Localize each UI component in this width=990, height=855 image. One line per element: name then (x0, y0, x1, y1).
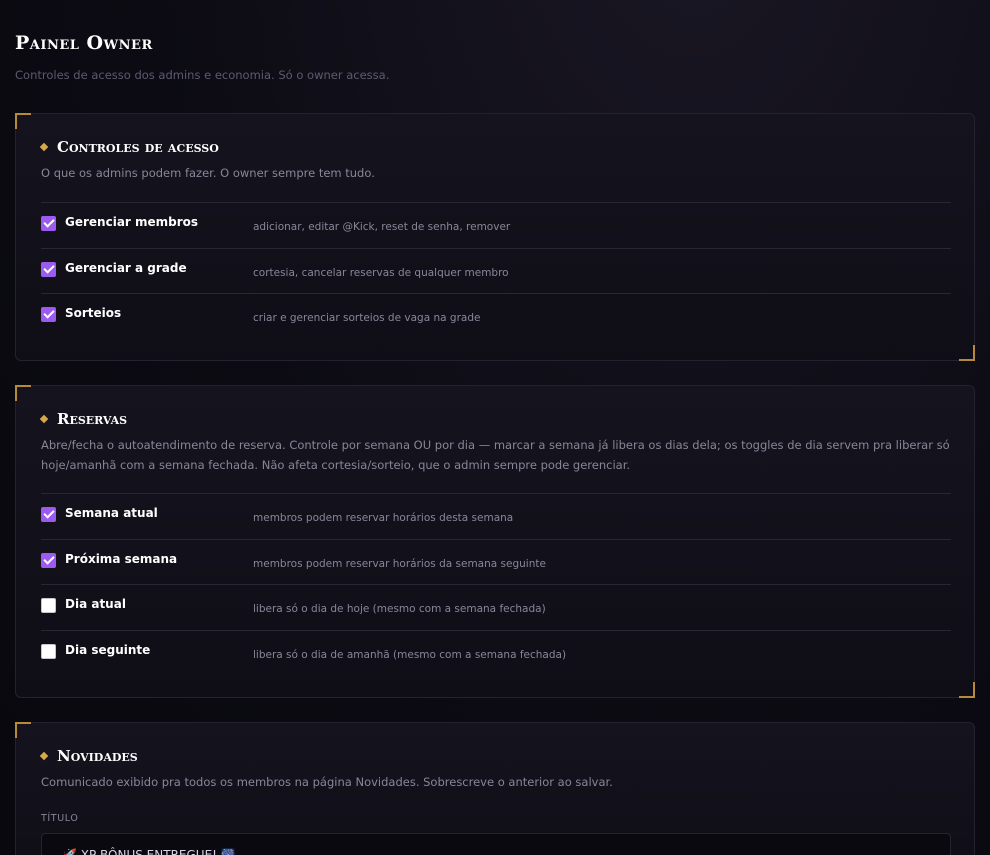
card-description: Abre/fecha o autoatendimento de reserva.… (41, 438, 950, 472)
corner-ornament (15, 722, 31, 738)
reservas-card: Reservas Abre/fecha o autoatendimento de… (15, 385, 975, 698)
diamond-icon (39, 142, 49, 152)
corner-ornament (15, 113, 31, 129)
page-title: Painel Owner (15, 32, 153, 54)
row-label: Dia seguinte (65, 642, 151, 657)
card-title-text: Reservas (57, 410, 128, 428)
checkbox[interactable] (41, 643, 56, 659)
access-list: Gerenciar membros adicionar, editar @Kic… (41, 202, 951, 339)
card-title: Novidades (39, 747, 138, 765)
reservas-row-dia-atual[interactable]: Dia atual libera só o dia de hoje (mesmo… (41, 584, 951, 630)
corner-ornament (959, 682, 975, 698)
card-title: Reservas (39, 410, 128, 428)
access-row-members[interactable]: Gerenciar membros adicionar, editar @Kic… (41, 202, 951, 248)
corner-ornament (15, 385, 31, 401)
row-hint: membros podem reservar horários desta se… (253, 512, 514, 524)
row-hint: criar e gerenciar sorteios de vaga na gr… (253, 312, 481, 324)
title-input[interactable]: 🚀 XP BÔNUS ENTREGUE! 🎆 (41, 833, 951, 855)
access-row-grade[interactable]: Gerenciar a grade cortesia, cancelar res… (41, 247, 951, 294)
card-title-text: Controles de acesso (57, 138, 219, 156)
checkbox[interactable] (41, 261, 56, 277)
row-label: Dia atual (65, 597, 126, 611)
checkbox[interactable] (41, 216, 56, 231)
diamond-icon (39, 751, 49, 761)
access-row-sorteios[interactable]: Sorteios criar e gerenciar sorteios de v… (41, 293, 951, 339)
title-field-label: TÍTULO (41, 813, 79, 824)
reservas-row-proxima-semana[interactable]: Próxima semana membros podem reservar ho… (41, 538, 951, 585)
card-title: Controles de acesso (39, 138, 219, 156)
row-label: Sorteios (65, 306, 122, 320)
row-hint: libera só o dia de amanhã (mesmo com a s… (253, 648, 567, 661)
checkbox[interactable] (41, 307, 56, 322)
page-subtitle: Controles de acesso dos admins e economi… (15, 68, 390, 82)
card-title-text: Novidades (57, 747, 138, 765)
checkbox[interactable] (41, 552, 56, 568)
row-label: Gerenciar a grade (65, 260, 187, 275)
reservas-list: Semana atual membros podem reservar horá… (41, 493, 951, 675)
reservas-row-semana-atual[interactable]: Semana atual membros podem reservar horá… (41, 493, 951, 539)
corner-ornament (959, 345, 975, 361)
row-hint: adicionar, editar @Kick, reset de senha,… (253, 221, 511, 233)
checkbox[interactable] (41, 507, 56, 522)
row-label: Gerenciar membros (65, 215, 199, 229)
row-hint: libera só o dia de hoje (mesmo com a sem… (253, 603, 546, 615)
diamond-icon (39, 414, 49, 424)
row-hint: cortesia, cancelar reservas de qualquer … (253, 266, 509, 279)
checkbox[interactable] (41, 598, 56, 613)
row-label: Semana atual (65, 506, 158, 520)
row-hint: membros podem reservar horários da seman… (253, 557, 546, 570)
reservas-row-dia-seguinte[interactable]: Dia seguinte libera só o dia de amanhã (… (41, 629, 951, 676)
card-description: Comunicado exibido pra todos os membros … (41, 775, 613, 789)
novidades-card: Novidades Comunicado exibido pra todos o… (15, 722, 975, 855)
card-description: O que os admins podem fazer. O owner sem… (41, 166, 375, 180)
access-controls-card: Controles de acesso O que os admins pode… (15, 113, 975, 361)
row-label: Próxima semana (65, 551, 178, 566)
